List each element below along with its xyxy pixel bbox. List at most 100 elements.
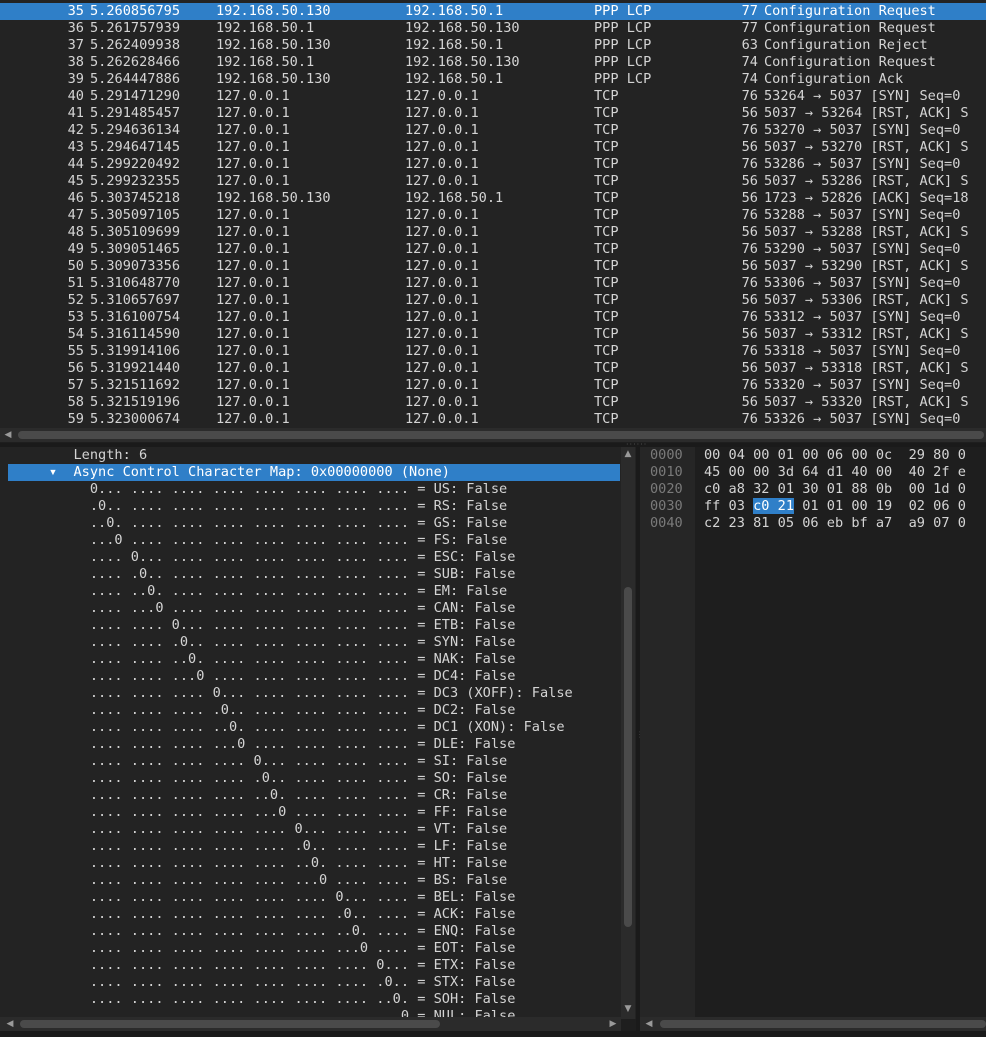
hex-bytes-row[interactable]: 00 04 00 01 00 06 00 0c 29 80 0 [704, 447, 966, 464]
packet-row[interactable]: 57 5.321511692 127.0.0.1 127.0.0.1 TCP 76 5332… [0, 377, 986, 394]
packet-row[interactable]: 56 5.319921440 127.0.0.1 127.0.0.1 TCP 56 5037… [0, 360, 986, 377]
tree-item[interactable]: .... .... .0.. .... .... .... .... .... … [8, 634, 620, 651]
packet-list[interactable]: 35 5.260856795 192.168.50.130 192.168.50.1 P… [0, 0, 986, 428]
tree-item[interactable]: .... .... ...0 .... .... .... .... .... … [8, 668, 620, 685]
hex-bytes-row[interactable]: c2 23 81 05 06 eb bf a7 a9 07 0 [704, 515, 966, 532]
tree-item[interactable]: .... .... .... .... .0.. .... .... .... … [8, 770, 620, 787]
packet-protocol: PPP LCP [594, 37, 652, 53]
tree-item[interactable]: .... ..0. .... .... .... .... .... .... … [8, 583, 620, 600]
tree-item[interactable]: .... .... .... .... .... .... .... ..0. … [8, 991, 620, 1008]
packet-row[interactable]: 36 5.261757939 192.168.50.1 192.168.50.130 P… [0, 20, 986, 37]
packet-row[interactable]: 45 5.299232355 127.0.0.1 127.0.0.1 TCP 56 5037… [0, 173, 986, 190]
packet-info: 53290 → 5037 [SYN] Seq=0 [764, 241, 961, 257]
packet-number: 47 [67, 207, 84, 223]
packet-row[interactable]: 41 5.291485457 127.0.0.1 127.0.0.1 TCP 56 5037… [0, 105, 986, 122]
tree-item[interactable]: .... .... .... .... 0... .... .... .... … [8, 753, 620, 770]
packet-length: 76 [741, 275, 758, 291]
packet-row[interactable]: 51 5.310648770 127.0.0.1 127.0.0.1 TCP 76 5330… [0, 275, 986, 292]
tree-item[interactable]: .... .... .... .... .... ..0. .... .... … [8, 855, 620, 872]
packet-time: 5.321519196 [90, 394, 181, 410]
tree-item[interactable]: .... .... .... .... ..0. .... .... .... … [8, 787, 620, 804]
packet-row[interactable]: 40 5.291471290 127.0.0.1 127.0.0.1 TCP 76 5326… [0, 88, 986, 105]
packet-row[interactable]: 52 5.310657697 127.0.0.1 127.0.0.1 TCP 56 5037… [0, 292, 986, 309]
scroll-left-icon[interactable]: ◀ [4, 1017, 16, 1031]
details-vscrollbar[interactable]: ▲ ▼ [621, 447, 635, 1019]
packet-source: 127.0.0.1 [216, 292, 290, 308]
packet-length: 56 [741, 326, 758, 342]
tree-item[interactable]: .... .... .... .... .... .0.. .... .... … [8, 838, 620, 855]
packet-bytes-pane[interactable]: 0000 00 04 00 01 00 06 00 0c 29 80 0 0010 4… [640, 447, 986, 1019]
packet-destination: 127.0.0.1 [405, 241, 479, 257]
tree-item[interactable]: .... .... 0... .... .... .... .... .... … [8, 617, 620, 634]
tree-item[interactable]: .... 0... .... .... .... .... .... .... … [8, 549, 620, 566]
tree-item[interactable]: ...0 .... .... .... .... .... .... .... … [8, 532, 620, 549]
scroll-down-icon[interactable]: ▼ [622, 1002, 634, 1016]
scrollbar-thumb[interactable] [660, 1020, 986, 1028]
tree-item[interactable]: .... .... .... .... ...0 .... .... .... … [8, 804, 620, 821]
scroll-left-icon[interactable]: ◀ [643, 1017, 655, 1031]
scroll-left-icon[interactable]: ◀ [2, 428, 14, 442]
packet-source: 127.0.0.1 [216, 105, 290, 121]
tree-item[interactable]: .... .... .... .... .... .... .... .0.. … [8, 974, 620, 991]
packet-details-tree[interactable]: Length: 6 ▾ Async Control Character Map:… [0, 447, 636, 1019]
scrollbar-thumb[interactable] [20, 1020, 440, 1028]
packet-info: Configuration Ack [764, 71, 904, 87]
packet-source: 192.168.50.130 [216, 3, 331, 19]
packet-row[interactable]: 55 5.319914106 127.0.0.1 127.0.0.1 TCP 76 5331… [0, 343, 986, 360]
scroll-up-icon[interactable]: ▲ [622, 447, 634, 461]
scrollbar-thumb[interactable] [18, 431, 984, 439]
packet-info: Configuration Request [764, 54, 936, 70]
packet-protocol: PPP LCP [594, 20, 652, 36]
packet-time: 5.294647145 [90, 139, 181, 155]
packet-row[interactable]: 39 5.264447886 192.168.50.130 192.168.50.1 P… [0, 71, 986, 88]
packet-row[interactable]: 47 5.305097105 127.0.0.1 127.0.0.1 TCP 76 5328… [0, 207, 986, 224]
tree-item[interactable]: .... .... .... .... .... .... ...0 .... … [8, 940, 620, 957]
packet-row[interactable]: 43 5.294647145 127.0.0.1 127.0.0.1 TCP 56 5037… [0, 139, 986, 156]
tree-item[interactable]: 0... .... .... .... .... .... .... .... … [8, 481, 620, 498]
tree-item[interactable]: .... .... .... ..0. .... .... .... .... … [8, 719, 620, 736]
packet-number: 37 [67, 37, 84, 53]
packet-row[interactable]: 44 5.299220492 127.0.0.1 127.0.0.1 TCP 76 5328… [0, 156, 986, 173]
packet-time: 5.310657697 [90, 292, 181, 308]
packet-source: 192.168.50.1 [216, 20, 315, 36]
tree-item[interactable]: .... .... .... .0.. .... .... .... .... … [8, 702, 620, 719]
packet-row[interactable]: 38 5.262628466 192.168.50.1 192.168.50.130 P… [0, 54, 986, 71]
tree-item[interactable]: .... .... .... .... .... ...0 .... .... … [8, 872, 620, 889]
tree-item[interactable]: .... .... ..0. .... .... .... .... .... … [8, 651, 620, 668]
tree-item[interactable]: .... .... .... .... .... .... .0.. .... … [8, 906, 620, 923]
tree-item[interactable]: .... .... .... .... .... .... .... 0... … [8, 957, 620, 974]
packet-row[interactable]: 42 5.294636134 127.0.0.1 127.0.0.1 TCP 76 5327… [0, 122, 986, 139]
tree-item-accm[interactable]: ▾ Async Control Character Map: 0x0000000… [8, 464, 620, 481]
tree-item[interactable]: .... .0.. .... .... .... .... .... .... … [8, 566, 620, 583]
bytes-hscrollbar[interactable]: ◀ [640, 1017, 986, 1031]
tree-item[interactable]: .... ...0 .... .... .... .... .... .... … [8, 600, 620, 617]
tree-item[interactable]: .... .... .... .... .... 0... .... .... … [8, 821, 620, 838]
tree-item[interactable]: ..0. .... .... .... .... .... .... .... … [8, 515, 620, 532]
scroll-right-icon[interactable]: ▶ [607, 1017, 619, 1031]
packet-number: 44 [67, 156, 84, 172]
packet-destination: 127.0.0.1 [405, 411, 479, 427]
packet-row[interactable]: 50 5.309073356 127.0.0.1 127.0.0.1 TCP 56 5037… [0, 258, 986, 275]
packet-row[interactable]: 35 5.260856795 192.168.50.130 192.168.50.1 P… [0, 3, 986, 20]
hex-bytes-row[interactable]: 45 00 00 3d 64 d1 40 00 40 2f e [704, 464, 966, 481]
packet-row[interactable]: 49 5.309051465 127.0.0.1 127.0.0.1 TCP 76 5329… [0, 241, 986, 258]
packet-row[interactable]: 48 5.305109699 127.0.0.1 127.0.0.1 TCP 56 5037… [0, 224, 986, 241]
packet-row[interactable]: 58 5.321519196 127.0.0.1 127.0.0.1 TCP 56 5037… [0, 394, 986, 411]
tree-item[interactable]: .... .... .... .... .... .... ..0. .... … [8, 923, 620, 940]
tree-item[interactable]: .... .... .... 0... .... .... .... .... … [8, 685, 620, 702]
tree-item[interactable]: .... .... .... ...0 .... .... .... .... … [8, 736, 620, 753]
hex-bytes-row[interactable]: c0 a8 32 01 30 01 88 0b 00 1d 0 [704, 481, 966, 498]
packet-row[interactable]: 53 5.316100754 127.0.0.1 127.0.0.1 TCP 76 5331… [0, 309, 986, 326]
hex-bytes-row[interactable]: ff 03 c0 21 01 01 00 19 02 06 0 [704, 498, 966, 515]
tree-item[interactable]: .0.. .... .... .... .... .... .... .... … [8, 498, 620, 515]
packet-row[interactable]: 54 5.316114590 127.0.0.1 127.0.0.1 TCP 56 5037… [0, 326, 986, 343]
tree-item[interactable]: .... .... .... .... .... .... 0... .... … [8, 889, 620, 906]
packet-row[interactable]: 37 5.262409938 192.168.50.130 192.168.50.1 P… [0, 37, 986, 54]
packet-row[interactable]: 46 5.303745218 192.168.50.130 192.168.50.1 T… [0, 190, 986, 207]
scrollbar-thumb[interactable] [624, 587, 632, 927]
tree-item[interactable]: Length: 6 [8, 447, 620, 464]
packet-number: 46 [67, 190, 84, 206]
packet-row[interactable]: 59 5.323000674 127.0.0.1 127.0.0.1 TCP 76 5332… [0, 411, 986, 428]
details-hscrollbar[interactable]: ◀ ▶ [0, 1017, 621, 1031]
packet-list-hscrollbar[interactable]: ◀ [0, 428, 986, 442]
